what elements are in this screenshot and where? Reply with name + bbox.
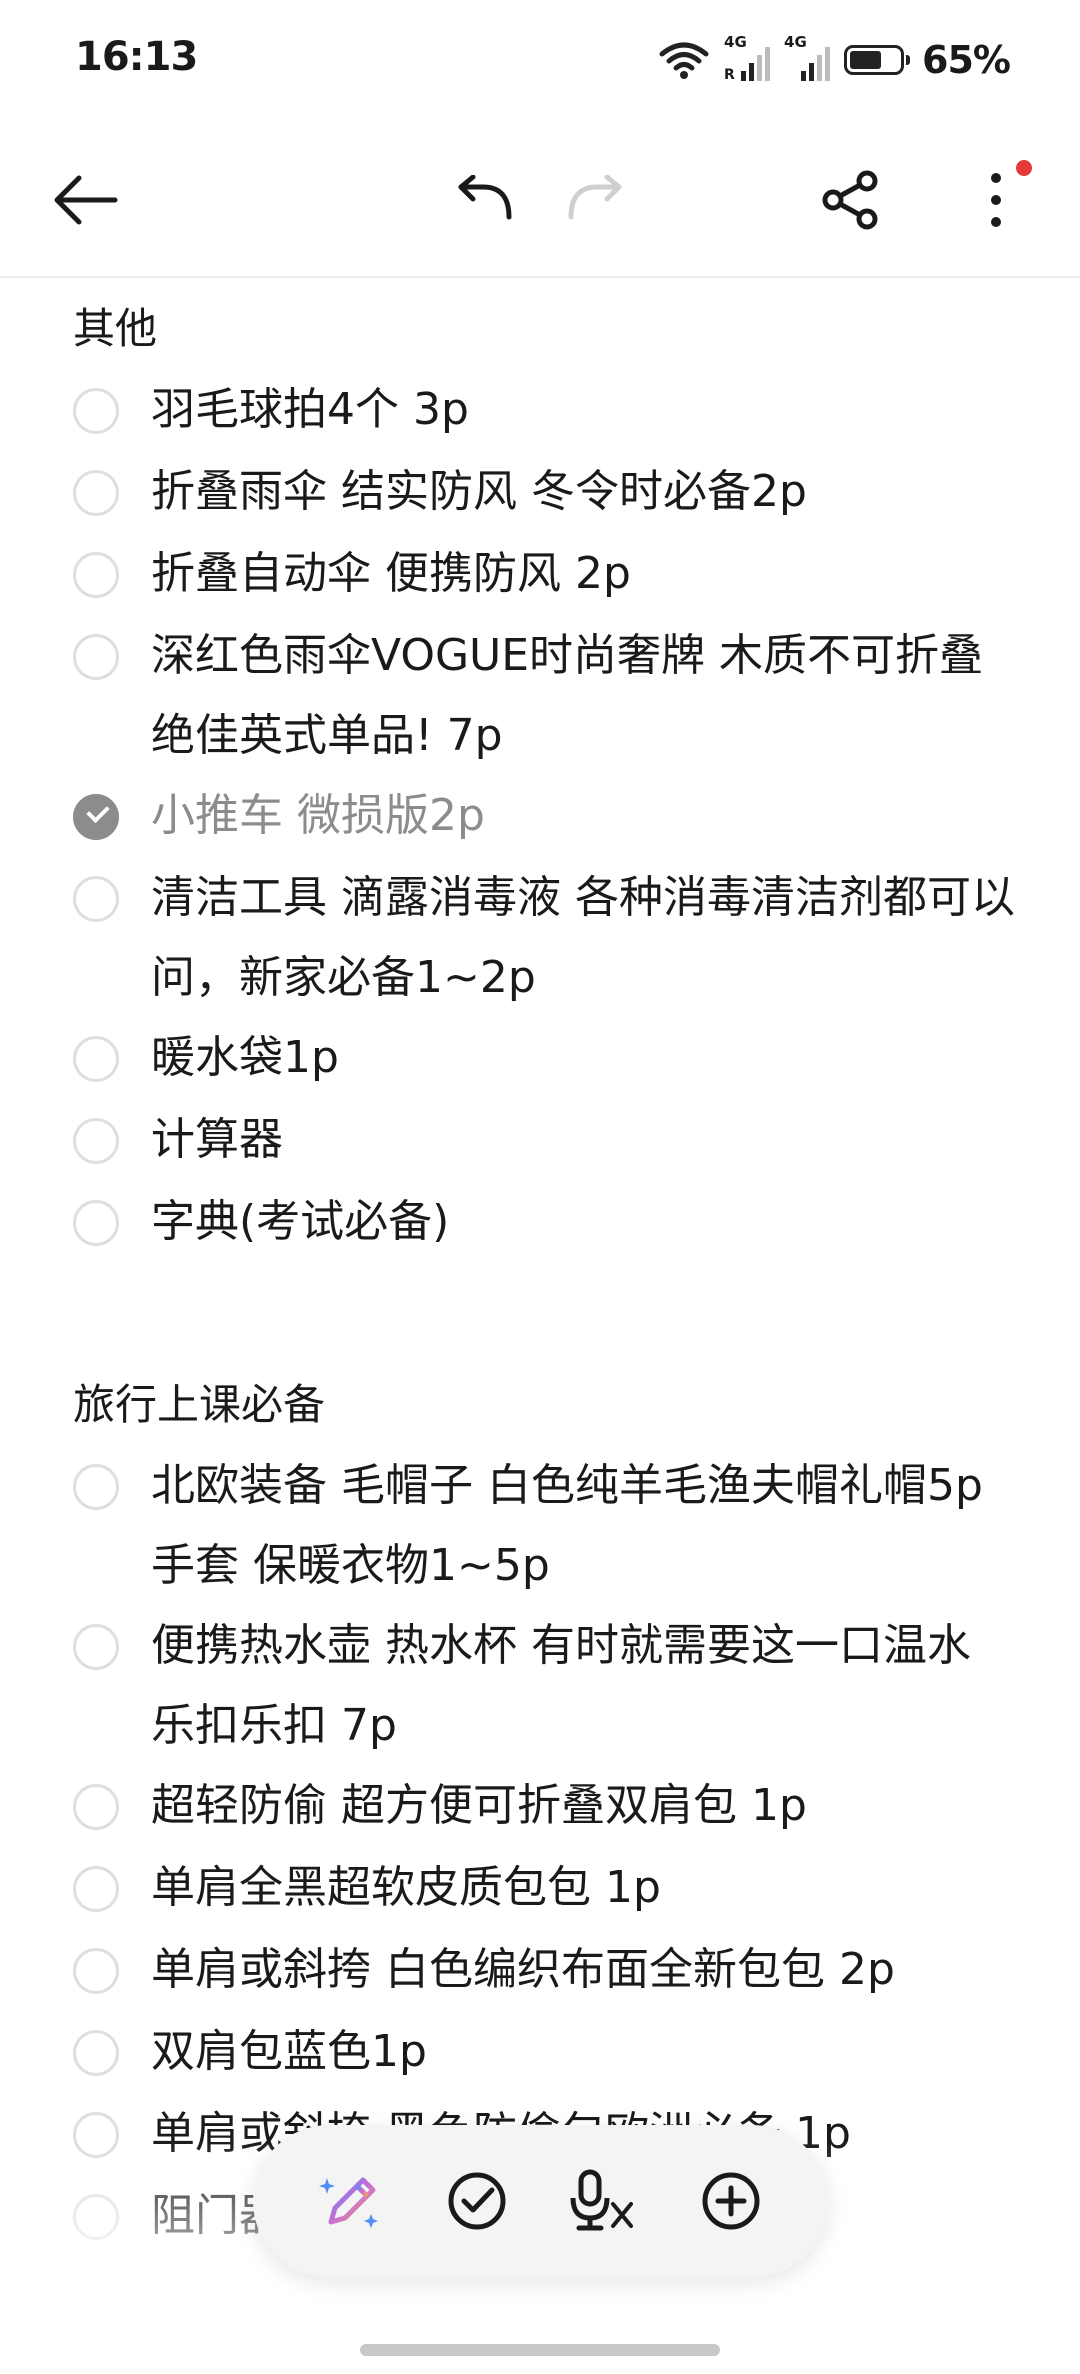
note-content[interactable]: 其他羽毛球拍4个 3p 折叠雨伞 结实防风 冬令时必备2p 折叠自动伞 便携防风 2… (0, 278, 1080, 2288)
voice-input-button[interactable] (556, 2153, 652, 2249)
checkbox[interactable] (73, 1200, 119, 1246)
checklist-item[interactable]: 便携热水壶 热水杯 有时就需要这一口温水 乐扣乐扣 7p (0, 1606, 1080, 1766)
checklist-item[interactable]: 折叠自动伞 便携防风 2p (0, 534, 1080, 616)
checklist-item-text[interactable]: 羽毛球拍4个 3p (151, 370, 469, 450)
checklist-item-text[interactable]: 清洁工具 滴露消毒液 各种消毒清洁剂都可以问，新家必备1~2p (151, 858, 1020, 1018)
checkbox[interactable] (73, 1036, 119, 1082)
status-icons: 4G R 4G 65% (658, 30, 1011, 90)
checklist-item[interactable]: 清洁工具 滴露消毒液 各种消毒清洁剂都可以问，新家必备1~2p (0, 858, 1080, 1018)
checkbox[interactable] (73, 1624, 119, 1670)
checkbox[interactable] (73, 634, 119, 680)
undo-icon (458, 175, 512, 220)
share-icon (822, 170, 878, 230)
voice-to-text-icon (570, 2169, 633, 2231)
checklist-item[interactable]: 字典(考试必备) (0, 1182, 1080, 1264)
status-bar: 16:13 4G R 4G 65% (0, 0, 1080, 120)
checklist-item-text[interactable]: 字典(考试必备) (151, 1182, 449, 1262)
share-button[interactable] (790, 130, 910, 270)
checkbox-checked[interactable] (73, 794, 119, 840)
checklist-button[interactable] (429, 2153, 525, 2249)
checklist-item[interactable]: 折叠雨伞 结实防风 冬令时必备2p (0, 452, 1080, 534)
checklist-item-text[interactable]: 小推车 微损版2p (151, 776, 485, 856)
checklist-item-text[interactable]: 单肩全黑超软皮质包包 1p (151, 1848, 661, 1928)
back-arrow-icon (54, 175, 118, 225)
checkbox[interactable] (73, 552, 119, 598)
cellular-signal-1-icon: 4G R (724, 33, 771, 83)
roaming-indicator: R (724, 67, 735, 83)
back-button[interactable] (24, 130, 144, 270)
notification-dot (1016, 160, 1032, 176)
checkbox[interactable] (73, 470, 119, 516)
checklist-item[interactable]: 羽毛球拍4个 3p (0, 370, 1080, 452)
redo-button[interactable] (536, 130, 656, 270)
more-options-button[interactable] (936, 130, 1056, 270)
ai-assist-button[interactable] (302, 2153, 398, 2249)
checkbox[interactable] (73, 2112, 119, 2158)
checkbox[interactable] (73, 2030, 119, 2076)
checklist-item[interactable]: 单肩全黑超软皮质包包 1p (0, 1848, 1080, 1930)
cellular-signal-2-icon: 4G (784, 33, 831, 83)
checklist-item-text[interactable]: 折叠自动伞 便携防风 2p (151, 534, 631, 614)
checklist-item-text[interactable]: 单肩或斜挎 白色编织布面全新包包 2p (151, 1930, 895, 2010)
section-title: 其他 (73, 304, 158, 353)
checklist-item-text[interactable]: 深红色雨伞VOGUE时尚奢牌 木质不可折叠 绝佳英式单品! 7p (151, 616, 1020, 776)
redo-icon (568, 175, 622, 220)
editor-toolbar (0, 130, 1080, 270)
home-indicator[interactable] (360, 2344, 720, 2356)
checklist-item[interactable]: 超轻防偷 超方便可折叠双肩包 1p (0, 1766, 1080, 1848)
checkbox[interactable] (73, 1784, 119, 1830)
status-time: 16:13 (75, 34, 198, 80)
checkbox[interactable] (73, 388, 119, 434)
ai-pen-icon (319, 2177, 379, 2228)
checkbox[interactable] (73, 1948, 119, 1994)
checklist-item[interactable]: 小推车 微损版2p (0, 776, 1080, 858)
checklist-item[interactable]: 单肩或斜挎 白色编织布面全新包包 2p (0, 1930, 1080, 2012)
wifi-icon (659, 42, 709, 79)
checklist-icon (448, 2172, 506, 2230)
battery-percent: 65% (922, 38, 1011, 82)
add-icon (702, 2172, 760, 2230)
checklist-item[interactable]: 暖水袋1p (0, 1018, 1080, 1100)
checkbox[interactable] (73, 2194, 119, 2240)
checklist-item-text[interactable]: 北欧装备 毛帽子 白色纯羊毛渔夫帽礼帽5p 手套 保暖衣物1~5p (151, 1446, 1020, 1606)
undo-button[interactable] (424, 130, 544, 270)
checklist-item-text[interactable]: 计算器 (151, 1100, 283, 1180)
checklist-item-text[interactable]: 暖水袋1p (151, 1018, 339, 1098)
checklist-item[interactable]: 北欧装备 毛帽子 白色纯羊毛渔夫帽礼帽5p 手套 保暖衣物1~5p (0, 1446, 1080, 1606)
checklist-item[interactable]: 双肩包蓝色1p (0, 2012, 1080, 2094)
add-button[interactable] (683, 2153, 779, 2249)
checklist-item-text[interactable]: 超轻防偷 超方便可折叠双肩包 1p (151, 1766, 807, 1846)
checkbox[interactable] (73, 876, 119, 922)
checklist-item[interactable]: 深红色雨伞VOGUE时尚奢牌 木质不可折叠 绝佳英式单品! 7p (0, 616, 1080, 776)
checkbox[interactable] (73, 1464, 119, 1510)
checklist-item-text[interactable]: 双肩包蓝色1p (151, 2012, 427, 2092)
floating-action-bar (253, 2125, 828, 2277)
battery-icon (844, 45, 911, 75)
checkbox[interactable] (73, 1118, 119, 1164)
checklist-item-text[interactable]: 便携热水壶 热水杯 有时就需要这一口温水 乐扣乐扣 7p (151, 1606, 1020, 1766)
section-title: 旅行上课必备 (73, 1380, 326, 1429)
checklist-item[interactable]: 计算器 (0, 1100, 1080, 1182)
more-icon (991, 173, 1001, 227)
checklist-item-text[interactable]: 折叠雨伞 结实防风 冬令时必备2p (151, 452, 807, 532)
checkbox[interactable] (73, 1866, 119, 1912)
